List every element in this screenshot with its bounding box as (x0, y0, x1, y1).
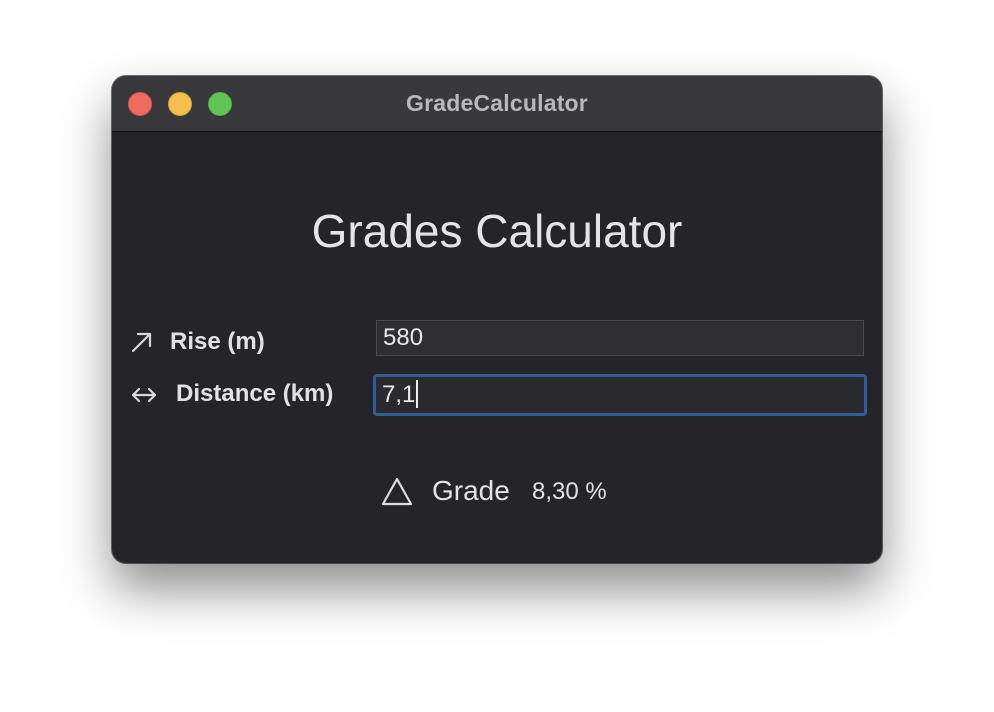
arrow-up-right-icon (130, 330, 154, 358)
title-bar[interactable]: GradeCalculator (112, 76, 882, 132)
triangle-icon (380, 476, 414, 513)
page-title: Grades Calculator (311, 205, 683, 257)
distance-label: Distance (km) (176, 380, 334, 407)
grade-label: Grade (432, 475, 510, 506)
window-title: GradeCalculator (406, 90, 588, 116)
distance-input-value: 7,1 (382, 381, 416, 408)
text-caret (416, 379, 419, 408)
rise-input[interactable]: 580 (376, 320, 864, 356)
rise-label: Rise (m) (170, 328, 265, 355)
app-window: GradeCalculator Grades Calculator Rise (… (112, 76, 882, 563)
distance-input[interactable]: 7,1 (373, 374, 867, 416)
arrow-left-right-icon (130, 384, 158, 410)
grade-value: 8,30 % (532, 478, 607, 505)
